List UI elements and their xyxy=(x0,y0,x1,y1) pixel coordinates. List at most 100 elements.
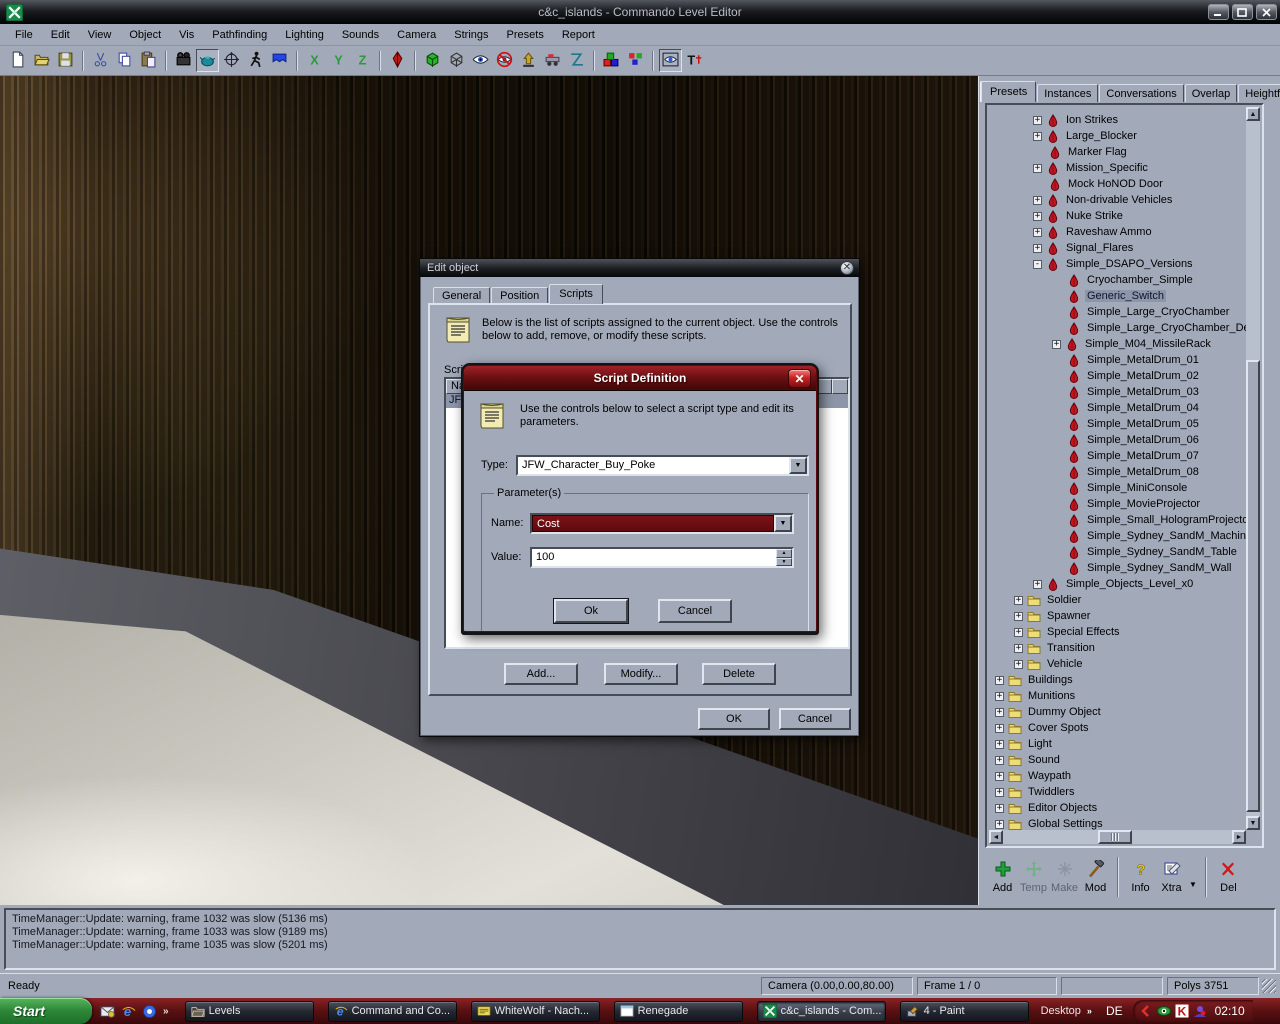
show-eye-button[interactable] xyxy=(469,49,492,72)
tab-heightfield[interactable]: Heightfield xyxy=(1238,84,1280,102)
task-levels[interactable]: Levels xyxy=(185,1001,314,1022)
walk-figure-button[interactable] xyxy=(244,49,267,72)
tree-item-simple-movieprojector[interactable]: Simple_MovieProjector xyxy=(1052,496,1246,512)
solid-cube-button[interactable] xyxy=(421,49,444,72)
type-dropdown-icon[interactable]: ▼ xyxy=(789,457,807,474)
menu-object[interactable]: Object xyxy=(120,26,170,44)
tree-item-simple-metaldrum-06[interactable]: Simple_MetalDrum_06 xyxy=(1052,432,1246,448)
cut-button[interactable] xyxy=(89,49,112,72)
parameter-value-input[interactable]: 100 ▲ ▼ xyxy=(530,547,794,568)
del-preset-button[interactable]: Del xyxy=(1213,855,1244,899)
edit-tab-position[interactable]: Position xyxy=(491,287,548,304)
axis-x-button[interactable]: X xyxy=(303,49,326,72)
make-preset-button[interactable]: Make xyxy=(1049,855,1080,899)
tree-expander-icon[interactable]: + xyxy=(1033,116,1042,125)
tree-item-signal-flares[interactable]: +Signal_Flares xyxy=(1033,240,1246,256)
script-type-combobox[interactable]: JFW_Character_Buy_Poke ▼ xyxy=(516,455,809,476)
resize-grip[interactable] xyxy=(1262,979,1276,993)
xtra-dropdown-icon[interactable]: ▼ xyxy=(1189,880,1197,889)
menu-presets[interactable]: Presets xyxy=(498,26,553,44)
task-whitewolf-nach[interactable]: WhiteWolf - Nach... xyxy=(471,1001,600,1022)
flag-button[interactable] xyxy=(268,49,291,72)
wire-cube-button[interactable] xyxy=(445,49,468,72)
quicklaunch-mail-icon[interactable] xyxy=(100,1004,115,1019)
delete-script-button[interactable]: Delete xyxy=(702,663,776,685)
tree-item-nuke-strike[interactable]: +Nuke Strike xyxy=(1033,208,1246,224)
tree-item-light[interactable]: +Light xyxy=(995,736,1246,752)
object-select-button[interactable] xyxy=(196,49,219,72)
language-indicator[interactable]: DE xyxy=(1106,1004,1123,1018)
tree-item-simple-metaldrum-04[interactable]: Simple_MetalDrum_04 xyxy=(1052,400,1246,416)
paste-button[interactable] xyxy=(137,49,160,72)
task-renegade[interactable]: Renegade xyxy=(614,1001,743,1022)
tree-item-mission-specific[interactable]: +Mission_Specific xyxy=(1033,160,1246,176)
tree-item-dummy-object[interactable]: +Dummy Object xyxy=(995,704,1246,720)
tree-expander-icon[interactable]: + xyxy=(1033,244,1042,253)
edit-object-close-icon[interactable]: ✕ xyxy=(840,261,854,275)
maximize-button[interactable] xyxy=(1232,4,1253,20)
xtra-preset-button[interactable]: Xtra xyxy=(1156,855,1187,899)
edit-tab-general[interactable]: General xyxy=(433,287,490,304)
vertical-scroll-thumb[interactable] xyxy=(1246,360,1260,812)
tree-expander-icon[interactable]: + xyxy=(995,820,1004,829)
desktop-chevron-icon[interactable]: » xyxy=(1087,1006,1092,1016)
info-preset-button[interactable]: ?Info xyxy=(1125,855,1156,899)
axis-rotate-button[interactable] xyxy=(220,49,243,72)
tree-item-simple-sydney-sandm-machine[interactable]: Simple_Sydney_SandM_Machine xyxy=(1052,528,1246,544)
tab-overlap[interactable]: Overlap xyxy=(1185,84,1238,102)
tree-item-vehicle[interactable]: +Vehicle xyxy=(1014,656,1246,672)
tree-item-simple-metaldrum-02[interactable]: Simple_MetalDrum_02 xyxy=(1052,368,1246,384)
tree-item-simple-miniconsole[interactable]: Simple_MiniConsole xyxy=(1052,480,1246,496)
view-box-button[interactable] xyxy=(659,49,682,72)
tree-item-simple-dsapo-versions[interactable]: -Simple_DSAPO_Versions xyxy=(1033,256,1246,272)
task-c-c-islands-com[interactable]: c&c_islands - Com... xyxy=(757,1001,886,1022)
menu-vis[interactable]: Vis xyxy=(170,26,203,44)
quicklaunch-ie-icon[interactable]: e xyxy=(121,1004,136,1019)
axis-y-button[interactable]: Y xyxy=(327,49,350,72)
tree-item-generic-switch[interactable]: Generic_Switch xyxy=(1052,288,1246,304)
color-squares-button[interactable] xyxy=(624,49,647,72)
tree-item-simple-sydney-sandm-wall[interactable]: Simple_Sydney_SandM_Wall xyxy=(1052,560,1246,576)
tree-item-munitions[interactable]: +Munitions xyxy=(995,688,1246,704)
tree-item-twiddlers[interactable]: +Twiddlers xyxy=(995,784,1246,800)
modify-script-button[interactable]: Modify... xyxy=(604,663,678,685)
copy-button[interactable] xyxy=(113,49,136,72)
tree-item-simple-metaldrum-05[interactable]: Simple_MetalDrum_05 xyxy=(1052,416,1246,432)
tree-expander-icon[interactable]: + xyxy=(995,756,1004,765)
tree-expander-icon[interactable]: + xyxy=(1014,628,1023,637)
tree-item-buildings[interactable]: +Buildings xyxy=(995,672,1246,688)
tree-expander-icon[interactable]: + xyxy=(1033,132,1042,141)
tree-item-marker-flag[interactable]: Marker Flag xyxy=(1033,144,1246,160)
tree-item-raveshaw-ammo[interactable]: +Raveshaw Ammo xyxy=(1033,224,1246,240)
tree-expander-icon[interactable]: + xyxy=(1014,596,1023,605)
vehicle-button[interactable] xyxy=(541,49,564,72)
script-definition-title-bar[interactable]: Script Definition xyxy=(464,366,816,391)
tree-item-simple-metaldrum-03[interactable]: Simple_MetalDrum_03 xyxy=(1052,384,1246,400)
tree-item-transition[interactable]: +Transition xyxy=(1014,640,1246,656)
name-dropdown-icon[interactable]: ▼ xyxy=(774,515,792,532)
movie-camera-button[interactable] xyxy=(172,49,195,72)
tray-agent-icon[interactable] xyxy=(1193,1004,1207,1018)
desktop-toolbar[interactable]: Desktop » xyxy=(1041,1005,1092,1017)
quicklaunch-chevron-icon[interactable]: » xyxy=(163,1006,169,1017)
new-file-button[interactable] xyxy=(6,49,29,72)
tree-expander-icon[interactable]: + xyxy=(995,724,1004,733)
tree-item-cryochamber-simple[interactable]: Cryochamber_Simple xyxy=(1052,272,1246,288)
script-definition-cancel-button[interactable]: Cancel xyxy=(658,599,732,623)
add-script-button[interactable]: Add... xyxy=(504,663,578,685)
menu-report[interactable]: Report xyxy=(553,26,604,44)
tab-conversations[interactable]: Conversations xyxy=(1099,84,1183,102)
tree-item-editor-objects[interactable]: +Editor Objects xyxy=(995,800,1246,816)
scroll-right-button[interactable]: ► xyxy=(1232,830,1246,844)
menu-view[interactable]: View xyxy=(79,26,121,44)
tree-expander-icon[interactable]: + xyxy=(1014,644,1023,653)
edit-object-cancel-button[interactable]: Cancel xyxy=(779,708,851,730)
tree-expander-icon[interactable]: + xyxy=(1033,164,1042,173)
tree-expander-icon[interactable]: + xyxy=(995,708,1004,717)
tree-item-simple-metaldrum-08[interactable]: Simple_MetalDrum_08 xyxy=(1052,464,1246,480)
tree-item-sound[interactable]: +Sound xyxy=(995,752,1246,768)
tray-collapse-icon[interactable] xyxy=(1139,1004,1153,1018)
tab-presets[interactable]: Presets xyxy=(981,81,1036,102)
tree-item-ion-strikes[interactable]: +Ion Strikes xyxy=(1033,112,1246,128)
open-folder-button[interactable] xyxy=(30,49,53,72)
